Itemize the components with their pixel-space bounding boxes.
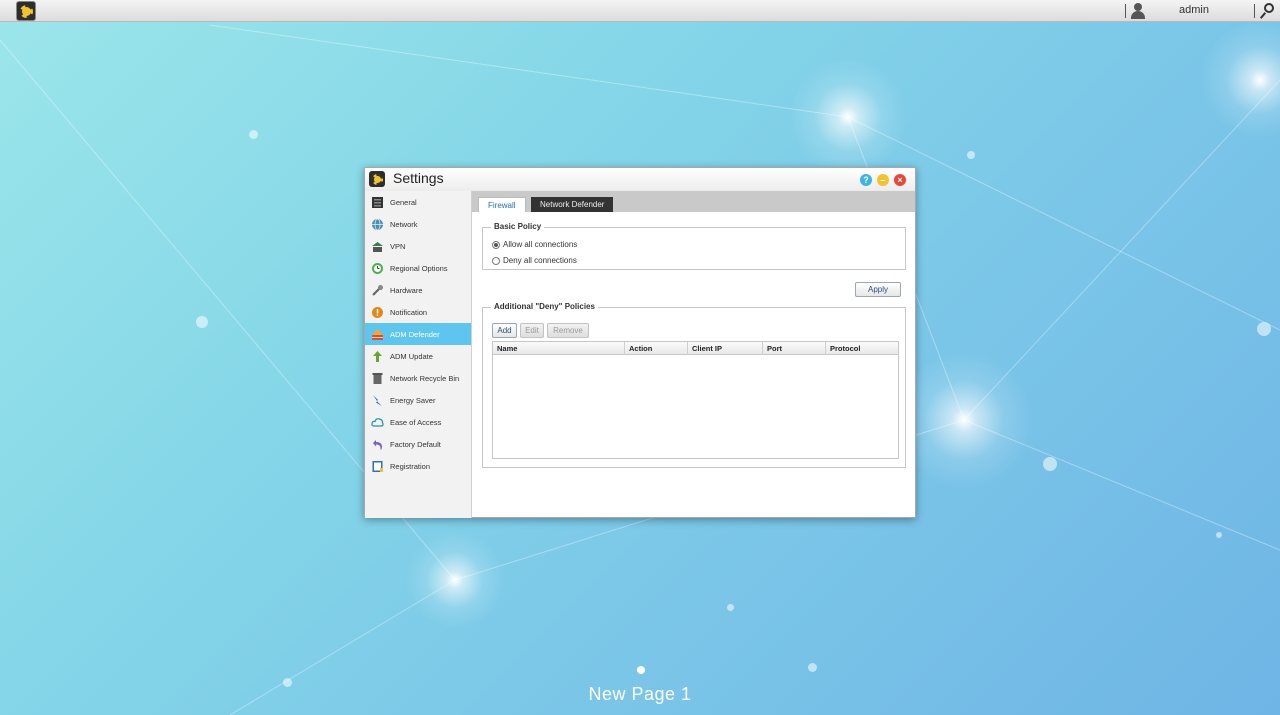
wallpaper-glow [788, 57, 908, 177]
sidebar-item-label: Network [390, 219, 418, 229]
taskbar-username[interactable]: admin [1179, 4, 1209, 16]
deny-policies-title: Additional "Deny" Policies [491, 302, 598, 311]
desktop-page-label: New Page 1 [588, 684, 692, 704]
apply-button[interactable]: Apply [855, 282, 901, 297]
close-button[interactable]: × [894, 174, 906, 186]
column-protocol[interactable]: Protocol [826, 342, 898, 355]
sidebar-item-hardware[interactable]: Hardware [365, 279, 471, 301]
user-icon[interactable] [1130, 2, 1146, 19]
taskbar-divider [1254, 4, 1255, 18]
sidebar-item-label: ADM Update [390, 351, 433, 361]
window-titlebar[interactable]: Settings ? – × [365, 168, 915, 191]
clock-icon [371, 262, 384, 275]
wallpaper-dot [249, 130, 258, 139]
settings-sidebar: General Network VPN Regional Options Har… [365, 191, 472, 518]
allow-all-radio[interactable] [492, 240, 500, 249]
sidebar-item-network-recycle-bin[interactable]: Network Recycle Bin [365, 367, 471, 389]
edit-button[interactable]: Edit [520, 323, 544, 338]
sidebar-item-label: Regional Options [390, 263, 448, 273]
server-icon [371, 196, 384, 209]
sidebar-item-adm-defender[interactable]: ADM Defender [365, 323, 471, 345]
page-indicator-dot[interactable] [637, 666, 645, 674]
deny-all-radio-row[interactable]: Deny all connections [492, 256, 577, 265]
window-title: Settings [393, 170, 444, 186]
search-icon[interactable] [1259, 2, 1276, 20]
wallpaper-dot [1216, 532, 1222, 538]
trash-icon [371, 372, 384, 385]
sidebar-item-energy-saver[interactable]: Energy Saver [365, 389, 471, 411]
sidebar-item-label: ADM Defender [390, 329, 440, 339]
tab-network-defender[interactable]: Network Defender [531, 197, 614, 212]
wallpaper-dot [1043, 457, 1057, 471]
wallpaper-dot [727, 604, 734, 611]
taskbar-settings-app-button[interactable] [16, 1, 36, 21]
wallpaper-dot [196, 316, 208, 328]
sidebar-item-label: General [390, 197, 417, 207]
sidebar-item-label: Hardware [390, 285, 423, 295]
deny-all-radio[interactable] [492, 256, 500, 265]
gear-icon [371, 173, 383, 185]
sidebar-item-label: Energy Saver [390, 395, 436, 405]
clipboard-icon [371, 460, 384, 473]
sidebar-item-label: Factory Default [390, 439, 441, 449]
lightning-icon [371, 394, 384, 407]
alert-icon [371, 306, 384, 319]
tab-firewall[interactable]: Firewall [478, 197, 526, 212]
settings-app-icon [369, 171, 385, 187]
sidebar-item-regional-options[interactable]: Regional Options [365, 257, 471, 279]
remove-button[interactable]: Remove [547, 323, 589, 338]
minimize-button[interactable]: – [877, 174, 889, 186]
sidebar-item-vpn[interactable]: VPN [365, 235, 471, 257]
wallpaper-dot [967, 151, 975, 159]
wallpaper-dot [808, 663, 817, 672]
wrench-icon [371, 284, 384, 297]
wallpaper-glow [405, 530, 505, 630]
sidebar-item-factory-default[interactable]: Factory Default [365, 433, 471, 455]
column-name[interactable]: Name [493, 342, 625, 355]
firewall-icon [371, 328, 384, 341]
sidebar-item-label: Registration [390, 461, 431, 471]
gear-icon [19, 4, 33, 18]
wallpaper-dot [1257, 322, 1271, 336]
tab-bar: Firewall Network Defender [472, 191, 915, 212]
sidebar-item-ease-of-access[interactable]: Ease of Access [365, 411, 471, 433]
sidebar-item-label: VPN [390, 241, 406, 251]
column-port[interactable]: Port [763, 342, 826, 355]
sidebar-item-network[interactable]: Network [365, 213, 471, 235]
globe-icon [371, 218, 384, 231]
allow-all-radio-row[interactable]: Allow all connections [492, 240, 577, 249]
cloud-icon [371, 416, 384, 429]
sidebar-item-general[interactable]: General [365, 191, 471, 213]
deny-policies-group: Additional "Deny" Policies Add Edit Remo… [482, 302, 906, 468]
taskbar: admin [0, 0, 1280, 22]
update-arrow-icon [371, 350, 384, 363]
sidebar-item-registration[interactable]: Registration [365, 455, 471, 477]
deny-all-label: Deny all connections [503, 256, 577, 265]
sidebar-item-adm-update[interactable]: ADM Update [365, 345, 471, 367]
basic-policy-title: Basic Policy [491, 222, 545, 231]
taskbar-divider [1125, 4, 1126, 18]
vpn-icon [371, 240, 384, 253]
settings-content: Firewall Network Defender Basic Policy A… [472, 191, 915, 518]
column-action[interactable]: Action [625, 342, 688, 355]
sidebar-item-notification[interactable]: Notification [365, 301, 471, 323]
undo-icon [371, 438, 384, 451]
help-button[interactable]: ? [860, 174, 872, 186]
sidebar-item-label: Ease of Access [390, 417, 442, 427]
table-header: Name Action Client IP Port Protocol [493, 342, 898, 355]
basic-policy-group: Basic Policy Allow all connections Deny … [482, 222, 906, 270]
deny-policies-table: Name Action Client IP Port Protocol [492, 341, 899, 459]
settings-window: Settings ? – × General Network VPN Regio… [364, 167, 916, 518]
allow-all-label: Allow all connections [503, 240, 578, 249]
add-button[interactable]: Add [492, 323, 517, 338]
wallpaper-glow [1200, 20, 1280, 140]
sidebar-item-label: Network Recycle Bin [390, 373, 460, 383]
sidebar-item-label: Notification [390, 307, 428, 317]
column-client-ip[interactable]: Client IP [688, 342, 763, 355]
